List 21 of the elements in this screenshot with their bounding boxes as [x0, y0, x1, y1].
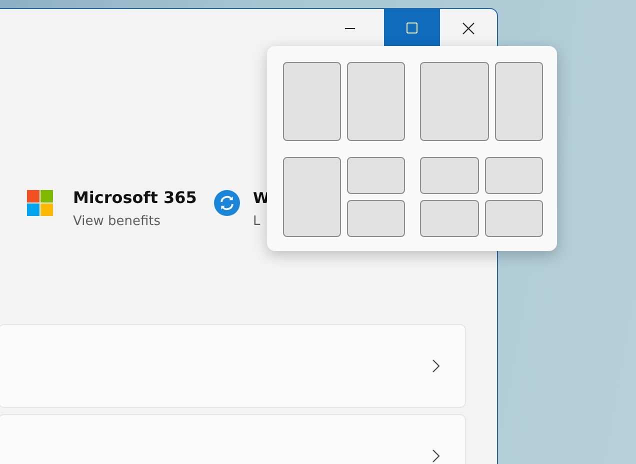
chevron-right-icon — [432, 449, 440, 463]
snap-zone[interactable] — [484, 200, 543, 237]
snap-zone[interactable] — [347, 200, 405, 237]
snap-zone[interactable] — [283, 157, 341, 237]
close-icon — [462, 22, 475, 34]
snap-zone[interactable] — [420, 62, 489, 141]
link-subtitle: L — [253, 213, 262, 231]
link-subtitle: View benefits — [73, 213, 162, 231]
snap-zone[interactable] — [347, 62, 405, 141]
chevron-right-icon — [432, 359, 440, 373]
snap-zone[interactable] — [420, 157, 478, 194]
snap-zone[interactable] — [347, 157, 405, 194]
four-squares-logo-icon — [27, 190, 53, 216]
snap-zone[interactable] — [283, 62, 341, 141]
snap-zone[interactable] — [495, 62, 543, 141]
snap-zone[interactable] — [484, 157, 543, 194]
maximize-icon — [406, 22, 418, 34]
link-title[interactable]: Microsoft 365 — [73, 188, 197, 208]
snap-zone[interactable] — [420, 200, 478, 237]
sync-icon — [214, 190, 240, 216]
maximize-button[interactable] — [384, 9, 440, 47]
